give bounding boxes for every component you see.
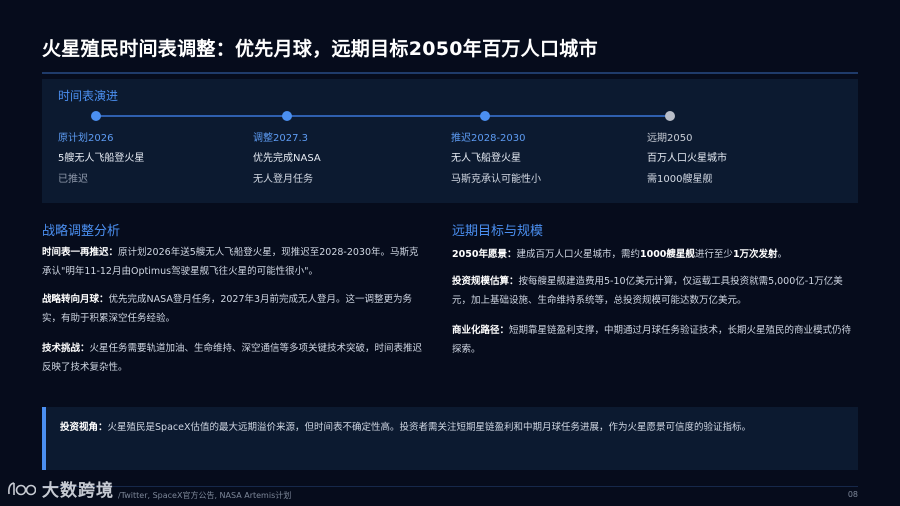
right-paragraph-2: 投资规模估算：按每艘星舰建造费用5-10亿美元计算，仅运载工具投资就需5,000… <box>452 272 858 310</box>
right-section-heading: 远期目标与规模 <box>452 224 544 239</box>
timeline-item-adjusted: 调整2027.3 优先完成NASA 无人登月任务 <box>253 129 423 185</box>
right-paragraph-1: 2050年愿景：建成百万人口火星城市，需约1000艘星舰进行至少1万次发射。 <box>452 245 858 264</box>
para-text: 火星任务需要轨道加油、生命维持、深空通信等多项关键技术突破，时间表推迟反映了技术… <box>42 343 423 373</box>
left-section-heading: 战略调整分析 <box>42 224 121 239</box>
left-paragraph-1: 时间表一再推迟：原计划2026年送5艘无人飞船登火星，现推迟至2028-2030… <box>42 243 427 281</box>
timeline-dot-1 <box>91 111 101 121</box>
timeline-detail: 无人飞船登火星 <box>451 153 521 164</box>
timeline-detail: 百万人口火星城市 <box>647 153 727 164</box>
timeline-detail-2: 需1000艘星舰 <box>647 174 713 185</box>
title-divider <box>42 72 858 74</box>
timeline-item-original: 原计划2026 5艘无人飞船登火星 已推迟 <box>58 129 228 185</box>
timeline-label: 原计划2026 <box>58 133 114 144</box>
timeline-detail: 优先完成NASA <box>253 153 321 164</box>
timeline-label: 推迟2028-2030 <box>451 133 526 144</box>
insight-text: 投资视角：火星殖民是SpaceX估值的最大远期溢价来源，但时间表不确定性高。投资… <box>60 420 850 436</box>
timeline-dot-2 <box>282 111 292 121</box>
page-number: 08 <box>847 490 858 499</box>
right-paragraph-3: 商业化路径：短期靠星链盈利支撑，中期通过月球任务验证技术，长期火星殖民的商业模式… <box>452 321 858 359</box>
timeline-item-postponed: 推迟2028-2030 无人飞船登火星 马斯克承认可能性小 <box>451 129 621 185</box>
watermark-logo-icon <box>8 481 36 495</box>
insight-body: 火星殖民是SpaceX估值的最大远期溢价来源，但时间表不确定性高。投资者需关注短… <box>107 422 751 433</box>
timeline-panel: 时间表演进 原计划2026 5艘无人飞船登火星 已推迟 调整2027.3 优先完… <box>42 79 858 203</box>
timeline-label: 调整2027.3 <box>253 133 308 144</box>
insight-callout: 投资视角：火星殖民是SpaceX估值的最大远期溢价来源，但时间表不确定性高。投资… <box>42 407 858 470</box>
para-label: 2050年愿景： <box>452 249 517 260</box>
para-text: 。 <box>777 249 788 260</box>
page-title: 火星殖民时间表调整：优先月球，远期目标2050年百万人口城市 <box>42 38 598 60</box>
para-text: 进行至少 <box>694 249 733 260</box>
footer-divider <box>42 486 858 487</box>
timeline-detail-2: 无人登月任务 <box>253 174 313 185</box>
para-text: 短期靠星链盈利支撑，中期通过月球任务验证技术，长期火星殖民的商业模式仍待探索。 <box>452 325 852 355</box>
watermark: 大数跨境 <box>6 476 114 501</box>
timeline-item-longterm: 远期2050 百万人口火星城市 需1000艘星舰 <box>647 129 817 185</box>
timeline-line <box>96 115 670 117</box>
para-highlight: 1万次发射 <box>732 249 778 260</box>
left-paragraph-3: 技术挑战：火星任务需要轨道加油、生命维持、深空通信等多项关键技术突破，时间表推迟… <box>42 339 427 377</box>
left-paragraph-2: 战略转向月球：优先完成NASA登月任务，2027年3月前完成无人登月。这一调整更… <box>42 290 427 328</box>
watermark-text: 大数跨境 <box>42 481 114 501</box>
timeline-heading: 时间表演进 <box>58 89 119 103</box>
para-label: 战略转向月球： <box>42 294 109 305</box>
para-label: 投资规模估算： <box>452 276 519 287</box>
insight-label: 投资视角： <box>60 422 108 433</box>
timeline-detail: 5艘无人飞船登火星 <box>58 153 145 164</box>
para-label: 商业化路径： <box>452 325 510 336</box>
timeline-label: 远期2050 <box>647 133 693 144</box>
para-label: 技术挑战： <box>42 343 90 354</box>
para-label: 时间表一再推迟： <box>42 247 119 258</box>
footer-source: /Twitter, SpaceX官方公告, NASA Artemis计划 <box>118 491 292 500</box>
timeline-dot-4 <box>665 111 675 121</box>
para-highlight: 1000艘星舰 <box>639 249 695 260</box>
timeline-status: 已推迟 <box>58 174 88 185</box>
timeline-detail-2: 马斯克承认可能性小 <box>451 174 541 185</box>
para-text: 建成百万人口火星城市，需约 <box>516 249 640 260</box>
timeline-dot-3 <box>480 111 490 121</box>
